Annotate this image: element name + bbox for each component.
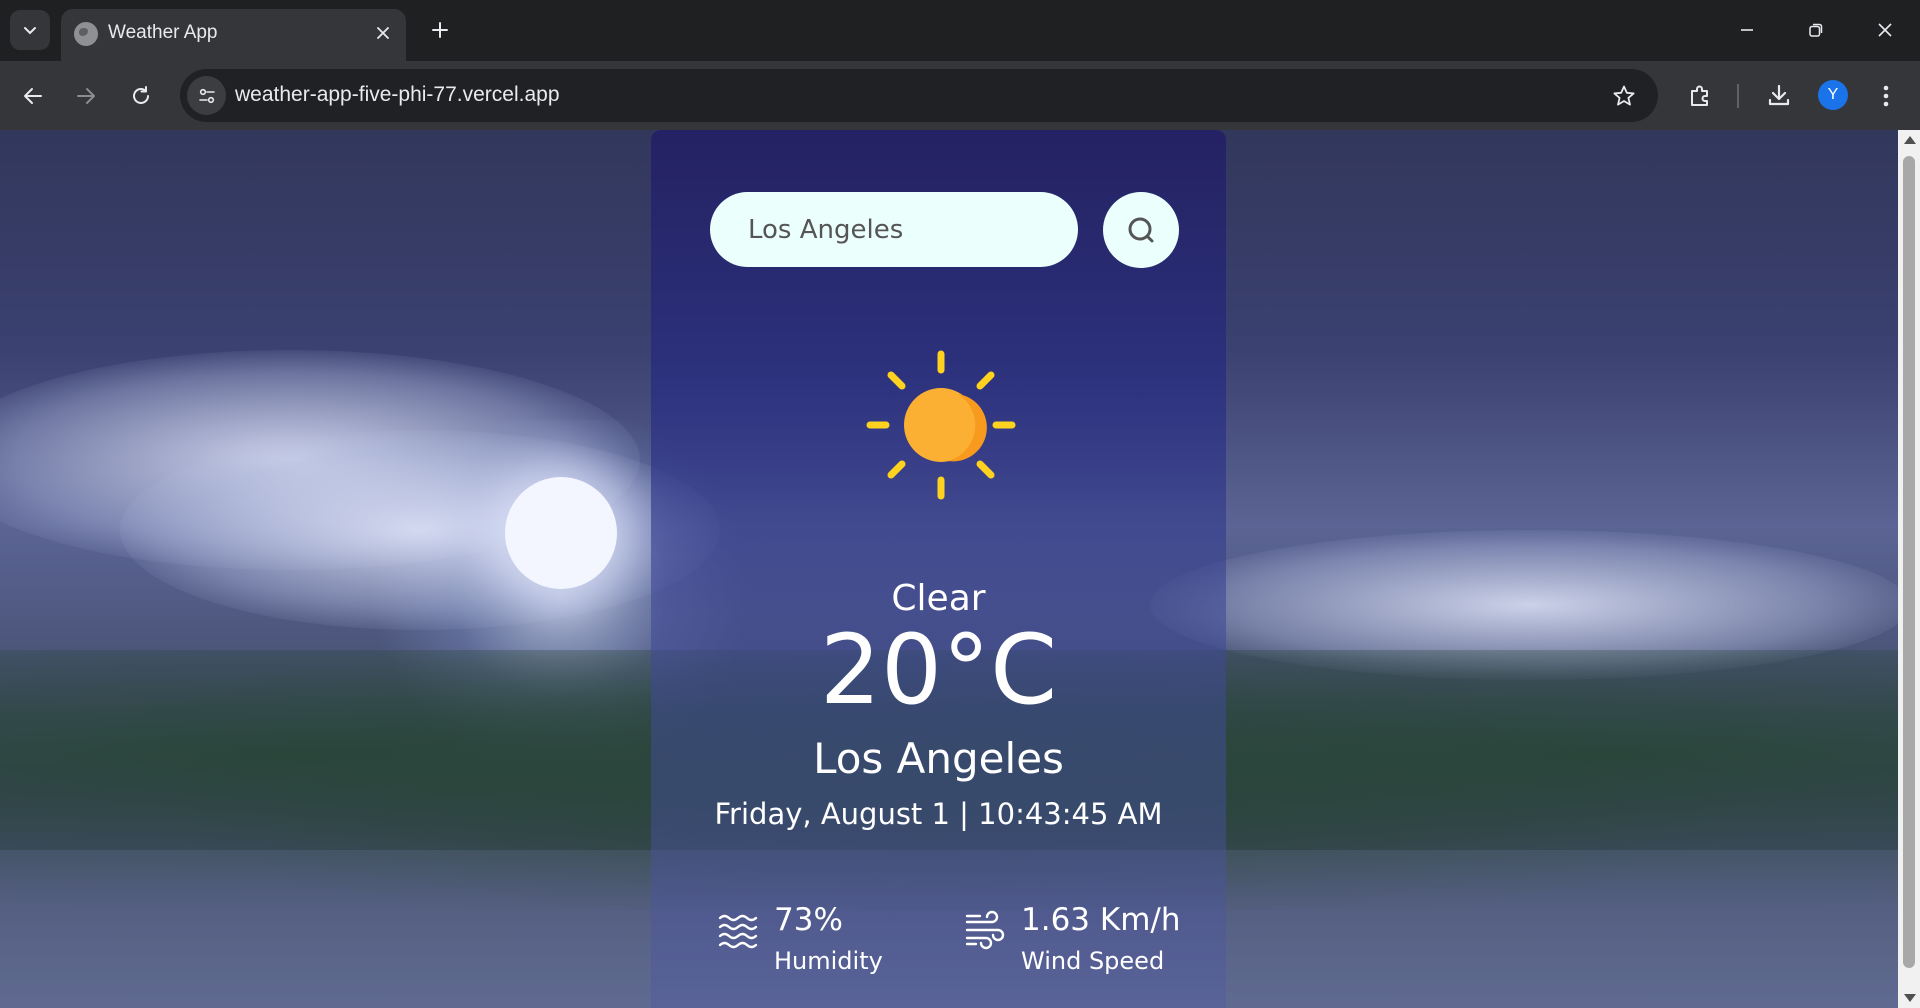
browser-tab-bar: Weather App <box>0 0 1920 61</box>
temperature: 20°C <box>819 614 1058 726</box>
background-cloud <box>120 430 720 630</box>
extensions-button[interactable] <box>1682 78 1718 114</box>
minimize-icon <box>1741 29 1753 31</box>
reload-icon <box>133 86 149 104</box>
tab-weather-app[interactable]: Weather App <box>61 9 406 61</box>
scrollbar-thumb[interactable] <box>1903 156 1915 968</box>
page-scrollbar[interactable] <box>1898 130 1920 1008</box>
downloads-button[interactable] <box>1761 78 1797 114</box>
wind-speed-label: Wind Speed <box>1021 947 1165 975</box>
site-info-button[interactable] <box>187 76 226 115</box>
forward-button[interactable] <box>66 76 106 116</box>
humidity-label: Humidity <box>774 947 883 975</box>
humidity-value: 73% <box>774 902 843 938</box>
scroll-up-arrow-icon[interactable] <box>1904 136 1916 144</box>
more-menu-button[interactable] <box>1868 78 1904 114</box>
new-tab-button[interactable] <box>423 13 457 47</box>
humidity-icon <box>718 914 758 949</box>
toolbar-separator <box>1737 84 1739 108</box>
url-text[interactable]: weather-app-five-phi-77.vercel.app <box>235 83 560 107</box>
tab-title: Weather App <box>108 22 218 43</box>
restore-icon <box>1809 23 1823 37</box>
search-icon <box>1128 217 1154 243</box>
back-button[interactable] <box>13 76 53 116</box>
search-button[interactable] <box>1103 192 1179 268</box>
scroll-down-arrow-icon[interactable] <box>1904 994 1916 1002</box>
wind-speed-value: 1.63 Km/h <box>1021 902 1181 938</box>
background-moon <box>505 477 617 589</box>
extensions-icon <box>1691 85 1708 106</box>
site-info-icon <box>198 88 215 103</box>
date-time: Friday, August 1 | 10:43:45 AM <box>714 797 1163 831</box>
close-window-button[interactable] <box>1862 10 1908 50</box>
browser-toolbar: weather-app-five-phi-77.vercel.app <box>0 61 1920 130</box>
bookmark-button[interactable] <box>1608 80 1640 112</box>
close-icon <box>1878 23 1892 37</box>
reload-button[interactable] <box>121 76 161 116</box>
back-arrow-icon <box>24 88 42 104</box>
download-icon <box>1768 84 1790 106</box>
page-viewport: Clear 20°C Los Angeles Friday, August 1 … <box>0 130 1898 1008</box>
minimize-button[interactable] <box>1724 10 1770 50</box>
weather-card: Clear 20°C Los Angeles Friday, August 1 … <box>651 130 1226 1008</box>
close-icon <box>377 27 389 39</box>
tab-close-button[interactable] <box>369 19 397 47</box>
address-bar[interactable]: weather-app-five-phi-77.vercel.app <box>180 69 1658 122</box>
city-name: Los Angeles <box>813 734 1064 783</box>
forward-arrow-icon <box>77 88 95 104</box>
more-vert-icon <box>1883 85 1889 107</box>
star-icon <box>1613 85 1635 106</box>
globe-icon <box>74 22 98 46</box>
sun-icon <box>866 350 1016 500</box>
restore-button[interactable] <box>1793 10 1839 50</box>
plus-icon <box>432 22 448 38</box>
wind-icon <box>965 910 1005 950</box>
profile-avatar[interactable]: Y <box>1818 80 1848 110</box>
city-search-input[interactable] <box>710 192 1078 267</box>
chevron-down-icon <box>24 27 36 35</box>
tab-search-button[interactable] <box>10 10 50 50</box>
